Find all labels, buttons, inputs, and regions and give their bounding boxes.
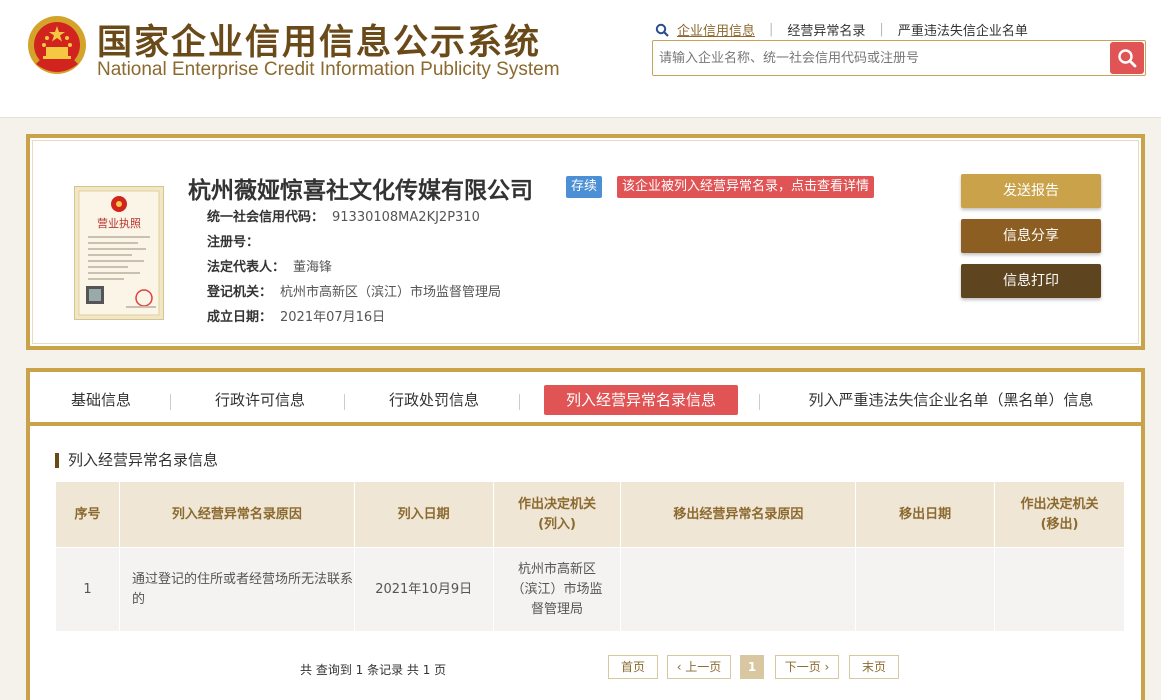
search-icon: [655, 23, 669, 37]
detail-panel: 基础信息 行政许可信息 行政处罚信息 列入经营异常名录信息 列入严重违法失信企业…: [26, 368, 1145, 700]
info-value: 91330108MA2KJ2P310: [332, 210, 480, 225]
search-icon: [1118, 49, 1137, 68]
nav-link-abnormal-list[interactable]: 经营异常名录: [773, 20, 879, 39]
info-row-reg-no: 注册号：: [207, 230, 501, 255]
tab-admin-penalty[interactable]: 行政处罚信息: [384, 385, 484, 415]
cell-authority-out: [994, 547, 1125, 632]
cell-authority-in: 杭州市高新区（滨江）市场监督管理局: [492, 547, 622, 632]
col-header-authority-out: 作出决定机关 (移出): [994, 481, 1125, 548]
tab-divider: [759, 394, 760, 410]
pager-first-button[interactable]: 首页: [608, 655, 658, 679]
col-header-authority-in: 作出决定机关 (列入): [492, 481, 622, 548]
print-info-button[interactable]: 信息打印: [961, 264, 1101, 298]
company-card: 营业执照 杭州薇娅惊喜社文化传媒有限公司 存续 该企业被列入经营异常名录，点击查…: [26, 134, 1145, 350]
pager-current-page[interactable]: 1: [740, 655, 764, 679]
info-label: 统一社会信用代码：: [207, 210, 325, 225]
nav-link-blacklist[interactable]: 严重违法失信企业名单: [884, 20, 1042, 39]
search-button[interactable]: [1110, 42, 1144, 74]
nav-link-credit-info[interactable]: 企业信用信息: [677, 20, 769, 39]
tab-bar: 基础信息 行政许可信息 行政处罚信息 列入经营异常名录信息 列入严重违法失信企业…: [30, 372, 1141, 426]
info-row-authority: 登记机关： 杭州市高新区（滨江）市场监督管理局: [207, 280, 501, 305]
pager-prev-button[interactable]: ‹ 上一页: [667, 655, 731, 679]
info-label: 注册号：: [207, 235, 260, 250]
tab-admin-permit[interactable]: 行政许可信息: [210, 385, 310, 415]
abnormal-warning-link[interactable]: 该企业被列入经营异常名录，点击查看详情: [617, 176, 875, 198]
share-info-button[interactable]: 信息分享: [961, 219, 1101, 253]
status-badge: 存续: [566, 176, 603, 198]
tab-blacklist[interactable]: 列入严重违法失信企业名单（黑名单）信息: [796, 385, 1106, 415]
info-row-legal-rep: 法定代表人： 董海锋: [207, 255, 501, 280]
col-header-date-out: 移出日期: [855, 481, 996, 548]
info-label: 登记机关：: [207, 285, 273, 300]
info-value: 董海锋: [293, 260, 333, 275]
pager-last-button[interactable]: 末页: [849, 655, 899, 679]
info-row-credit-code: 统一社会信用代码： 91330108MA2KJ2P310: [207, 205, 501, 230]
company-name: 杭州薇娅惊喜社文化传媒有限公司: [188, 178, 533, 204]
info-value: 杭州市高新区（滨江）市场监督管理局: [280, 285, 502, 300]
search-input[interactable]: [653, 41, 1108, 75]
col-header-date-in: 列入日期: [353, 481, 494, 548]
col-header-index: 序号: [55, 481, 120, 548]
cell-date-out: [855, 547, 996, 632]
info-label: 成立日期：: [207, 310, 273, 325]
national-emblem-logo: [28, 16, 86, 74]
site-header: 国家企业信用信息公示系统 National Enterprise Credit …: [0, 0, 1161, 118]
abnormal-list-table: 序号 列入经营异常名录原因 列入日期 作出决定机关 (列入) 移出经营异常名录原…: [55, 481, 1125, 632]
cell-reason-in: 通过登记的住所或者经营场所无法联系的: [118, 547, 355, 632]
tab-abnormal-list[interactable]: 列入经营异常名录信息: [544, 385, 738, 415]
site-title-en: National Enterprise Credit Information P…: [97, 59, 560, 80]
search-box: [652, 40, 1146, 76]
site-title-cn: 国家企业信用信息公示系统: [97, 23, 542, 63]
info-value: 2021年07月16日: [280, 310, 386, 325]
cell-reason-out: [620, 547, 857, 632]
tab-divider: [344, 394, 345, 410]
table-row: 1 通过登记的住所或者经营场所无法联系的 2021年10月9日 杭州市高新区（滨…: [55, 547, 1125, 632]
info-label: 法定代表人：: [207, 260, 286, 275]
info-row-founded: 成立日期： 2021年07月16日: [207, 305, 501, 330]
pager-next-button[interactable]: 下一页 ›: [775, 655, 839, 679]
business-license-image[interactable]: 营业执照: [74, 186, 164, 320]
section-title: 列入经营异常名录信息: [55, 453, 218, 468]
col-header-reason-out: 移出经营异常名录原因: [620, 481, 857, 548]
top-nav: 企业信用信息 | 经营异常名录 | 严重违法失信企业名单: [655, 20, 1042, 39]
send-report-button[interactable]: 发送报告: [961, 174, 1101, 208]
tab-basic-info[interactable]: 基础信息: [66, 385, 136, 415]
license-title: 营业执照: [97, 216, 141, 230]
pager-info: 共 查询到 1 条记录 共 1 页: [300, 663, 447, 677]
cell-index: 1: [55, 547, 120, 632]
tab-divider: [519, 394, 520, 410]
tab-divider: [170, 394, 171, 410]
table-header-row: 序号 列入经营异常名录原因 列入日期 作出决定机关 (列入) 移出经营异常名录原…: [55, 481, 1125, 548]
cell-date-in: 2021年10月9日: [353, 547, 494, 632]
col-header-reason-in: 列入经营异常名录原因: [118, 481, 355, 548]
company-info-list: 统一社会信用代码： 91330108MA2KJ2P310 注册号： 法定代表人： 董…: [207, 205, 501, 330]
